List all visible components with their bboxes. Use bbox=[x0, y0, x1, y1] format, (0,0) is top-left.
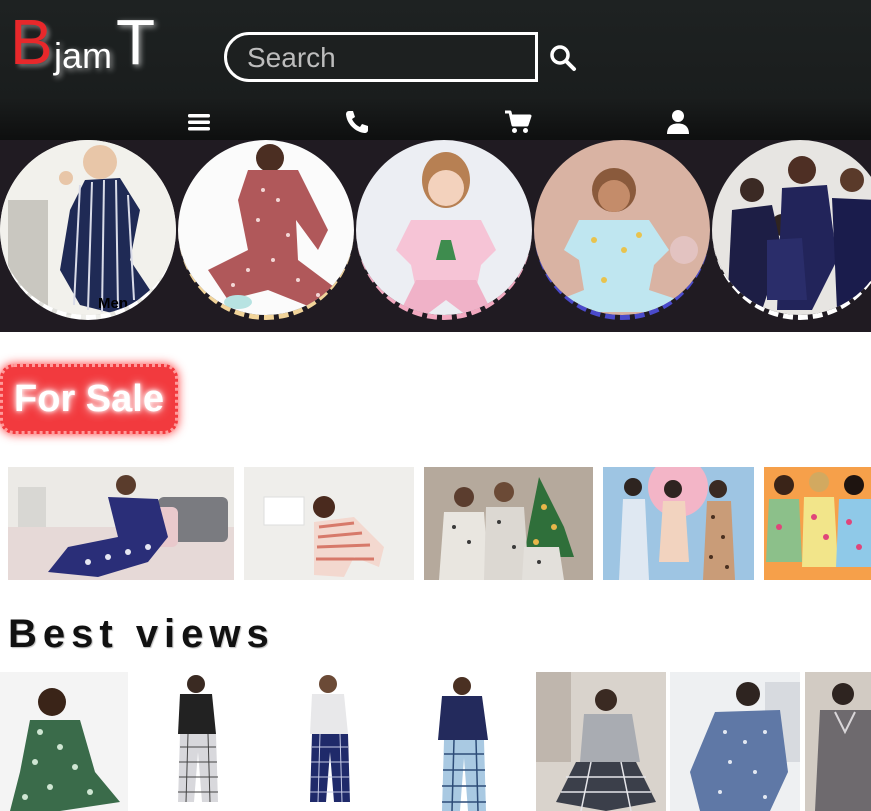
sale-item-5[interactable] bbox=[764, 467, 871, 580]
men-blue-check-pants-photo bbox=[400, 672, 526, 811]
best-item-2[interactable] bbox=[138, 672, 258, 811]
baby-pajama-photo bbox=[244, 467, 414, 580]
best-item-1[interactable] bbox=[0, 672, 128, 811]
men-pajama-photo bbox=[0, 140, 176, 315]
best-item-4[interactable] bbox=[400, 672, 526, 811]
women-print-pajama-photo bbox=[0, 672, 128, 811]
men-satin-pajama-photo bbox=[805, 672, 871, 811]
women-satin-sets-photo bbox=[603, 467, 754, 580]
search-icon bbox=[550, 45, 576, 71]
women-pajama-photo bbox=[178, 140, 354, 315]
christmas-family-photo bbox=[424, 467, 593, 580]
category-women[interactable] bbox=[178, 140, 354, 320]
phone-button[interactable] bbox=[343, 108, 371, 136]
category-strip: Men bbox=[0, 140, 871, 332]
for-sale-badge[interactable]: For Sale bbox=[0, 364, 178, 434]
menu-button[interactable] bbox=[185, 108, 213, 136]
family-pajama-photo bbox=[712, 140, 871, 315]
category-boys[interactable] bbox=[534, 140, 710, 320]
sale-item-4[interactable] bbox=[603, 467, 754, 580]
phone-icon bbox=[346, 111, 368, 133]
best-views-title: Best views bbox=[8, 612, 275, 656]
logo-letter-t: T bbox=[116, 6, 156, 78]
brand-logo[interactable]: B jam T bbox=[8, 8, 178, 78]
user-icon bbox=[667, 110, 689, 134]
men-navy-check-pants-photo bbox=[268, 672, 388, 811]
sale-item-2[interactable] bbox=[244, 467, 414, 580]
men-check-pants-photo bbox=[138, 672, 258, 811]
account-button[interactable] bbox=[664, 108, 692, 136]
best-item-5[interactable] bbox=[536, 672, 666, 811]
logo-letter-b: B bbox=[10, 6, 53, 78]
category-men[interactable]: Men bbox=[0, 140, 176, 320]
cart-button[interactable] bbox=[503, 108, 532, 136]
girls-pajama-photo bbox=[356, 140, 532, 315]
sale-item-1[interactable] bbox=[8, 467, 234, 580]
best-item-6[interactable] bbox=[670, 672, 800, 811]
colorful-pajama-photo bbox=[764, 467, 871, 580]
boys-pajama-photo bbox=[534, 140, 710, 315]
menu-icon bbox=[188, 114, 210, 131]
search-input[interactable] bbox=[247, 41, 527, 75]
category-label: Men bbox=[98, 295, 128, 312]
best-item-3[interactable] bbox=[268, 672, 388, 811]
sale-item-3[interactable] bbox=[424, 467, 593, 580]
best-item-7[interactable] bbox=[805, 672, 871, 811]
cart-icon bbox=[505, 110, 532, 133]
category-family[interactable] bbox=[712, 140, 871, 320]
for-sale-label: For Sale bbox=[14, 377, 164, 420]
category-girls[interactable] bbox=[356, 140, 532, 320]
men-blue-print-pajama-photo bbox=[670, 672, 800, 811]
search-box bbox=[224, 32, 538, 82]
search-button[interactable] bbox=[548, 43, 578, 73]
men-grey-pajama-photo bbox=[536, 672, 666, 811]
logo-text: jam bbox=[54, 35, 113, 76]
site-header: B jam T bbox=[0, 0, 871, 140]
bedroom-pajama-photo bbox=[8, 467, 234, 580]
